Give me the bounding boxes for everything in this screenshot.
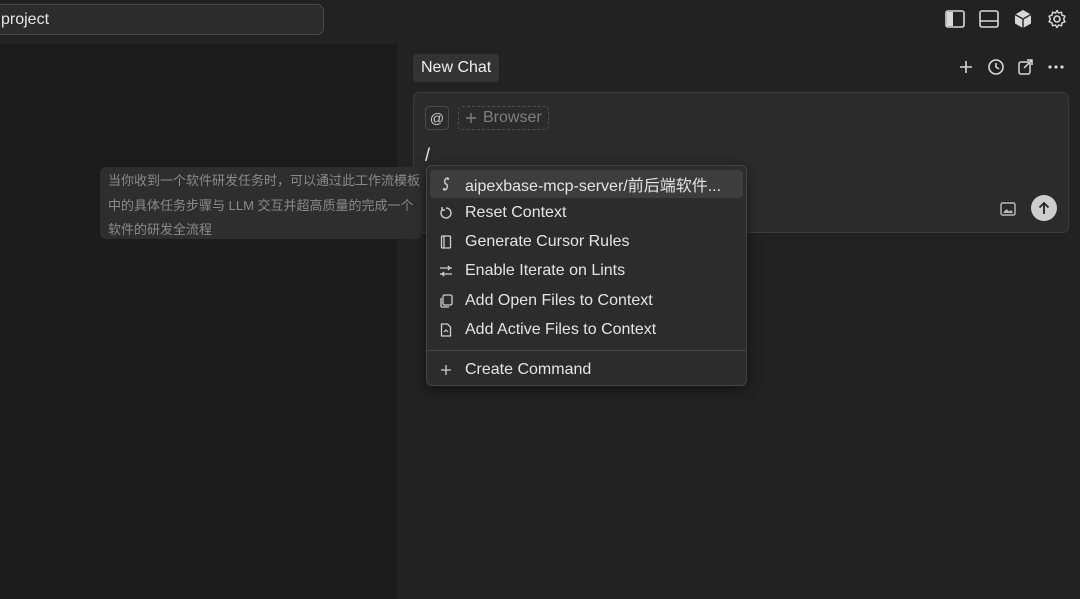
titlebar-actions [944, 8, 1068, 30]
slash-command-menu: aipexbase-mcp-server/前后端软件... Reset Cont… [426, 165, 747, 386]
menu-item-add-active-files[interactable]: Add Active Files to Context [430, 316, 743, 344]
menu-item-label: aipexbase-mcp-server/前后端软件... [465, 178, 722, 195]
plus-icon [466, 113, 476, 123]
menu-item-label: Reset Context [465, 204, 567, 221]
menu-item-label: Add Active Files to Context [465, 321, 657, 338]
arrow-up-icon [1038, 201, 1050, 214]
tooltip-line: 软件的研发全流程 [108, 222, 213, 237]
menu-item-create-command[interactable]: Create Command [430, 356, 743, 384]
menu-item-label: Enable Iterate on Lints [465, 262, 626, 279]
menu-item-label: Add Open Files to Context [465, 292, 653, 309]
menu-item-enable-iterate-on-lints[interactable]: Enable Iterate on Lints [430, 257, 743, 285]
project-search-input[interactable]: project [0, 4, 324, 35]
mention-button[interactable]: @ [425, 106, 449, 130]
menu-divider [427, 350, 746, 351]
chat-header-actions [956, 57, 1066, 77]
browser-chip[interactable]: Browser [458, 106, 549, 130]
menu-item-generate-cursor-rules[interactable]: Generate Cursor Rules [430, 228, 743, 256]
file-icon [438, 322, 454, 338]
document-icon [438, 234, 454, 250]
copy-files-icon [438, 293, 454, 309]
title-bar: project [0, 0, 1080, 44]
menu-item-aipexbase-workflow[interactable]: aipexbase-mcp-server/前后端软件... [430, 170, 743, 198]
editor-area [0, 44, 397, 599]
plus-icon [438, 362, 454, 378]
sliders-icon [438, 263, 454, 279]
tab-new-chat[interactable]: New Chat [413, 54, 500, 82]
browser-chip-label: Browser [483, 109, 542, 126]
history-icon[interactable] [986, 57, 1006, 77]
menu-item-label: Create Command [465, 361, 592, 378]
flow-icon [438, 176, 454, 192]
command-description-tooltip: 当你收到一个软件研发任务时，可以通过此工作流模板 中的具体任务步骤与 LLM 交… [100, 167, 422, 239]
panel-bottom-icon[interactable] [978, 8, 1000, 30]
menu-item-label: Generate Cursor Rules [465, 233, 630, 250]
image-icon[interactable] [998, 199, 1018, 219]
plus-icon[interactable] [956, 57, 976, 77]
reset-icon [438, 205, 454, 221]
tooltip-line: 当你收到一个软件研发任务时，可以通过此工作流模板 [108, 173, 421, 188]
send-button[interactable] [1031, 195, 1057, 221]
more-icon[interactable] [1046, 57, 1066, 77]
sidebar-left-icon[interactable] [944, 8, 966, 30]
menu-item-add-open-files[interactable]: Add Open Files to Context [430, 287, 743, 315]
tooltip-line: 中的具体任务步骤与 LLM 交互并超高质量的完成一个 [108, 197, 414, 213]
cube-icon[interactable] [1012, 8, 1034, 30]
chat-input[interactable]: / [425, 145, 430, 166]
gear-icon[interactable] [1046, 8, 1068, 30]
menu-item-reset-context[interactable]: Reset Context [430, 199, 743, 227]
export-icon[interactable] [1016, 57, 1036, 77]
